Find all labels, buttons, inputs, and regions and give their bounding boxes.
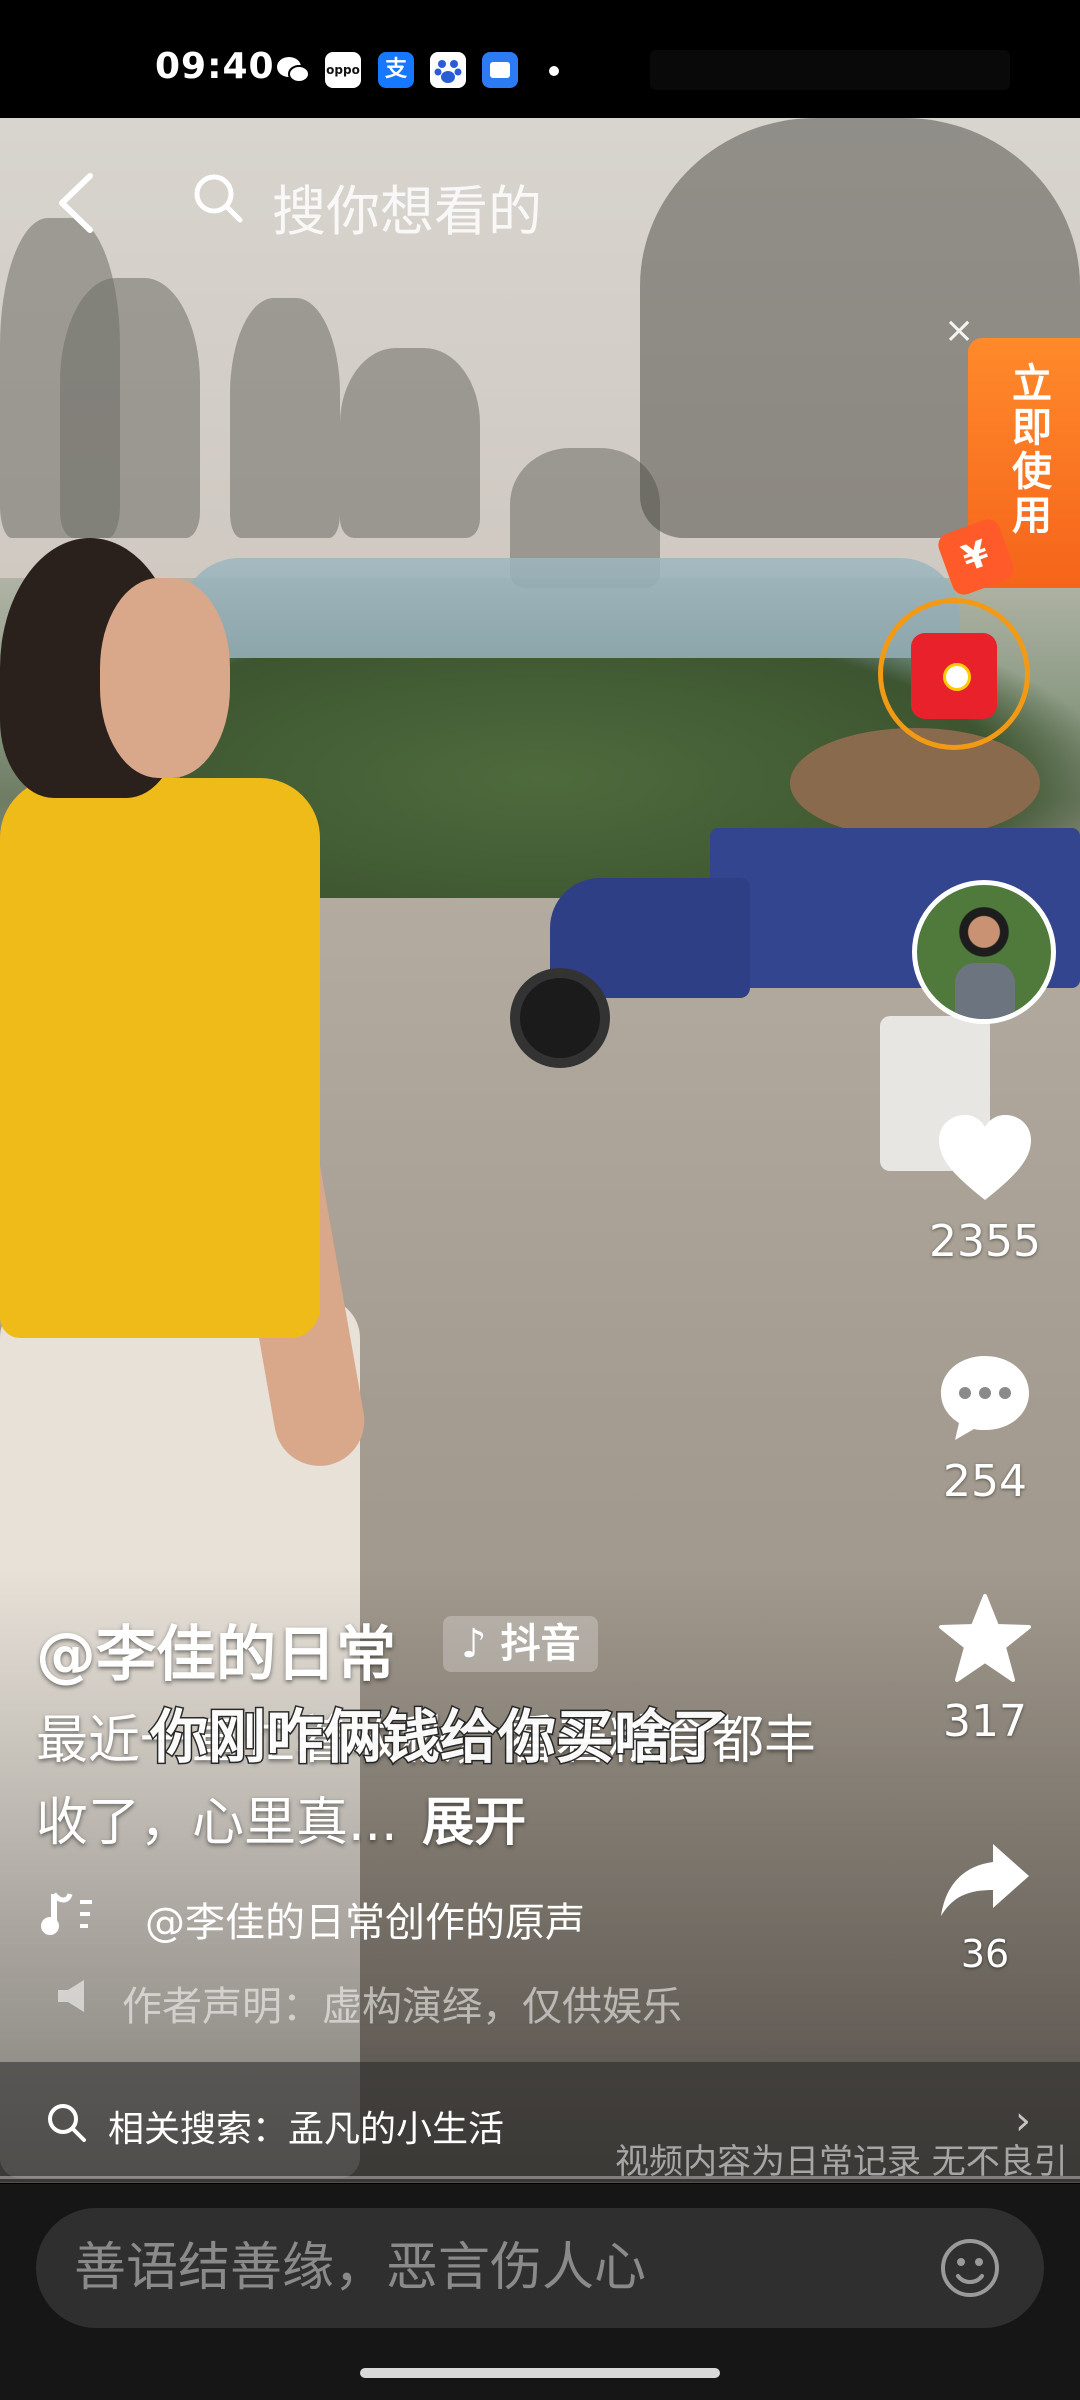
- share-icon: [941, 1844, 1029, 1916]
- related-search-icon: [44, 2100, 88, 2144]
- oppo-icon: oppo: [325, 52, 361, 88]
- red-packet-icon: [911, 633, 997, 719]
- search-icon[interactable]: [190, 170, 246, 226]
- wechat-icon: [275, 52, 311, 88]
- woman-face: [100, 578, 230, 778]
- home-indicator[interactable]: [360, 2368, 720, 2378]
- expand-link[interactable]: 展开: [422, 1793, 526, 1853]
- share-count: 36: [960, 1932, 1010, 1976]
- status-right-icons: [650, 50, 1010, 90]
- status-dot: [549, 66, 559, 76]
- woman-shirt: [0, 778, 320, 1338]
- emoji-icon[interactable]: [938, 2236, 1002, 2300]
- files-icon: [482, 52, 518, 88]
- search-input[interactable]: 搜你想看的: [272, 167, 542, 246]
- star-icon: [939, 1594, 1031, 1682]
- megaphone-icon: [52, 1974, 96, 2018]
- status-time: 09:40: [155, 46, 275, 87]
- alipay-icon: 支: [378, 52, 414, 88]
- author-notice: 作者声明：虚构演绎，仅供娱乐: [122, 1984, 682, 2030]
- tree: [60, 278, 200, 538]
- like-button[interactable]: 2355: [920, 1112, 1050, 1267]
- baidu-icon: [430, 52, 466, 88]
- music-note-glyph: ♪: [461, 1621, 501, 1667]
- author-name[interactable]: @李佳的日常: [36, 1606, 396, 1693]
- comment-icon: [941, 1356, 1029, 1440]
- comment-count: 254: [943, 1456, 1027, 1507]
- music-icon[interactable]: [40, 1888, 100, 1940]
- platform-badge: ♪ 抖音: [443, 1616, 599, 1672]
- red-packet-button[interactable]: [878, 598, 1030, 750]
- back-icon[interactable]: [50, 168, 110, 238]
- tree: [230, 298, 340, 538]
- favorite-count: 317: [943, 1696, 1027, 1747]
- music-title[interactable]: @李佳的日常创作的原声: [145, 1890, 585, 1948]
- promo-label[interactable]: 立即使用: [994, 362, 1054, 538]
- heart-icon: [939, 1115, 1031, 1200]
- video-subtitle: 你刚咋俩钱给你买啥了: [148, 1702, 731, 1773]
- avatar-figure: [955, 963, 1015, 1019]
- like-count: 2355: [929, 1216, 1041, 1267]
- video-progress-bar[interactable]: [0, 2176, 1080, 2179]
- platform-label: 抖音: [500, 1621, 581, 1667]
- red-packet-clasp: [943, 663, 971, 691]
- favorite-button[interactable]: 317: [920, 1592, 1050, 1747]
- comment-input[interactable]: [36, 2208, 1044, 2328]
- video-player[interactable]: [0, 118, 1080, 2183]
- comment-button[interactable]: 254: [920, 1352, 1050, 1507]
- tree: [340, 348, 480, 538]
- related-search-text[interactable]: 相关搜索：孟凡的小生活: [108, 2100, 504, 2152]
- status-bar: 09:40 oppo 支: [0, 0, 1080, 118]
- grain-sack: [790, 728, 1040, 838]
- truck-wheel: [510, 968, 610, 1068]
- author-avatar[interactable]: [912, 880, 1056, 1024]
- share-button[interactable]: 36: [920, 1840, 1050, 1976]
